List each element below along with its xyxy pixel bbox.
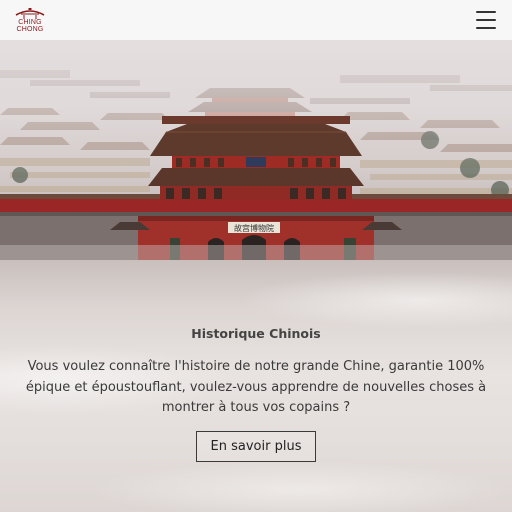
pagoda-roof-icon (15, 8, 45, 19)
logo-text-ching: CHING (18, 19, 42, 26)
section-title: Historique Chinois (191, 326, 321, 341)
gate-plaque-text: 故宫博物院 (234, 223, 274, 233)
ching-chong-logo[interactable]: CHING CHONG (14, 7, 46, 33)
forbidden-city-illustration: 故宫博物院 (0, 40, 512, 260)
top-navigation-bar: CHING CHONG (0, 0, 512, 40)
hero-image-forbidden-city: 故宫博物院 (0, 40, 512, 260)
learn-more-button[interactable]: En savoir plus (195, 430, 317, 462)
section-description: Vous voulez connaître l'histoire de notr… (25, 359, 487, 415)
logo-text-chong: CHONG (16, 26, 44, 33)
history-section: Historique Chinois Vous voulez connaître… (0, 326, 512, 462)
hamburger-menu-icon[interactable] (476, 11, 496, 29)
